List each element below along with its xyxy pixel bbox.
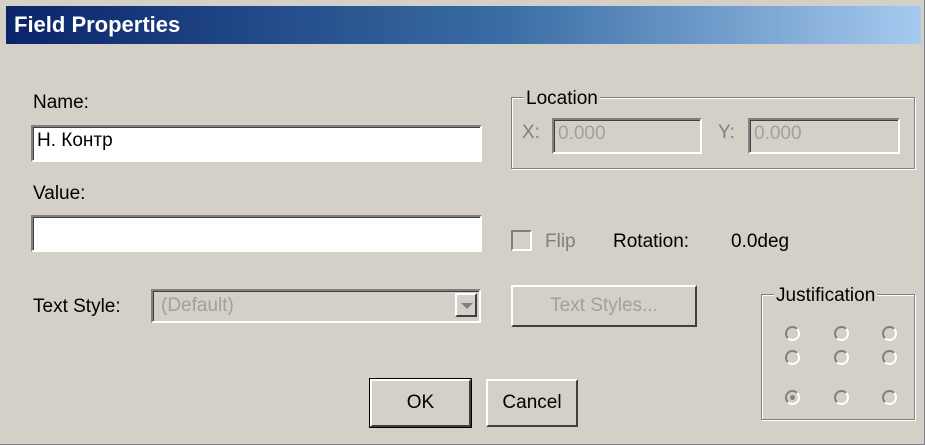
- name-input[interactable]: Н. Контр: [31, 125, 482, 162]
- text-styles-button[interactable]: Text Styles...: [511, 285, 697, 327]
- justification-bottom-right-radio[interactable]: [882, 390, 897, 405]
- y-input[interactable]: 0.000: [748, 118, 900, 154]
- flip-checkbox[interactable]: [511, 230, 532, 251]
- title-bar[interactable]: Field Properties: [6, 6, 921, 44]
- ok-button[interactable]: OK: [369, 378, 472, 428]
- name-label: Name:: [33, 92, 89, 113]
- x-input[interactable]: 0.000: [552, 118, 702, 154]
- value-input[interactable]: [31, 215, 482, 252]
- justification-top-left-radio[interactable]: [785, 326, 800, 341]
- window-title: Field Properties: [14, 12, 181, 37]
- justification-bottom-left-radio[interactable]: [785, 390, 800, 405]
- justification-middle-left-radio[interactable]: [785, 350, 800, 365]
- text-style-value: (Default): [161, 295, 234, 316]
- text-style-select[interactable]: (Default): [151, 289, 481, 323]
- x-input-value: 0.000: [558, 123, 606, 144]
- y-label: Y:: [718, 122, 735, 143]
- x-label: X:: [522, 122, 540, 143]
- justification-legend: Justification: [774, 285, 878, 307]
- chevron-down-icon[interactable]: [455, 293, 477, 317]
- value-label: Value:: [33, 183, 86, 204]
- justification-middle-right-radio[interactable]: [882, 350, 897, 365]
- rotation-value: 0.0deg: [731, 231, 790, 252]
- justification-middle-center-radio[interactable]: [834, 350, 849, 365]
- field-properties-dialog: Field Properties Name: Н. Контр Value: L…: [0, 0, 925, 445]
- text-style-label: Text Style:: [33, 296, 121, 317]
- justification-bottom-center-radio[interactable]: [834, 390, 849, 405]
- y-input-value: 0.000: [754, 123, 802, 144]
- flip-label: Flip: [545, 231, 576, 252]
- location-legend: Location: [524, 88, 600, 110]
- name-input-value: Н. Контр: [37, 130, 113, 151]
- justification-top-center-radio[interactable]: [834, 326, 849, 341]
- rotation-label: Rotation:: [613, 231, 690, 252]
- cancel-button[interactable]: Cancel: [486, 379, 578, 427]
- justification-top-right-radio[interactable]: [882, 326, 897, 341]
